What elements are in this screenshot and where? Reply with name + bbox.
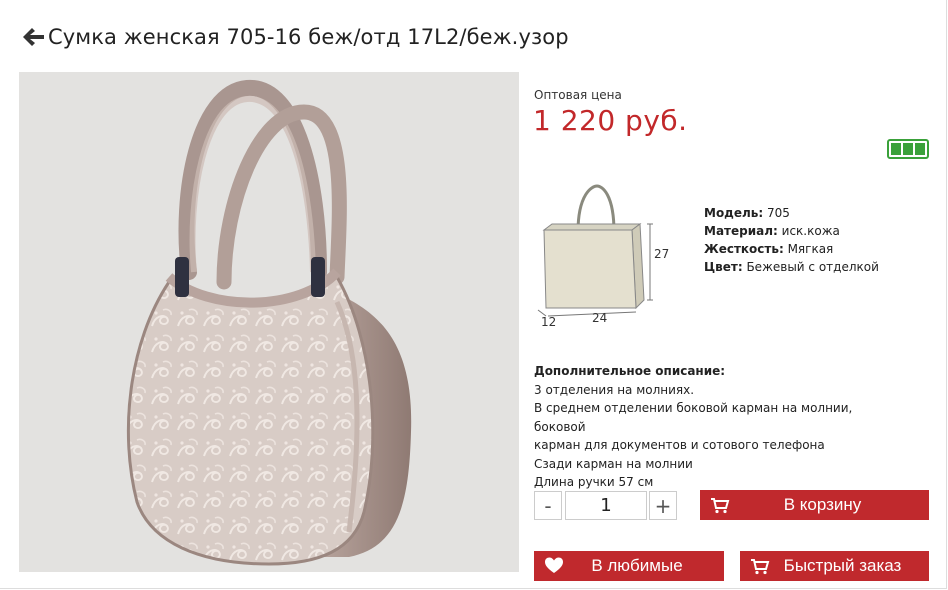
spec-label: Жесткость: — [704, 242, 784, 256]
spec-value: Мягкая — [787, 242, 834, 256]
spec-row: Модель: 705 — [704, 204, 879, 222]
add-to-favorites-label: В любимые — [591, 556, 683, 575]
dimension-width: 24 — [592, 311, 608, 325]
product-photo[interactable] — [19, 72, 519, 572]
spec-row: Материал: иск.кожа — [704, 222, 879, 240]
heart-icon — [545, 557, 563, 573]
handbag-image — [126, 79, 412, 566]
price-label: Оптовая цена — [534, 88, 622, 102]
cart-icon — [751, 559, 770, 575]
cart-icon — [711, 498, 730, 514]
stock-bar — [903, 143, 913, 155]
quick-order-button[interactable]: Быстрый заказ — [740, 551, 929, 581]
dimension-depth: 12 — [541, 315, 557, 329]
stock-bar — [891, 143, 901, 155]
stock-level-indicator — [887, 139, 929, 159]
spec-label: Материал: — [704, 224, 778, 238]
add-to-favorites-button[interactable]: В любимые — [534, 551, 724, 581]
description-title: Дополнительное описание: — [534, 364, 726, 378]
spec-value: иск.кожа — [781, 224, 840, 238]
spec-value: Бежевый с отделкой — [746, 260, 879, 274]
page-title: Сумка женская 705-16 беж/отд 17L2/беж.уз… — [48, 25, 569, 49]
stock-bar — [915, 143, 925, 155]
description-line: карман для документов и сотового телефон… — [534, 438, 825, 452]
spec-label: Цвет: — [704, 260, 743, 274]
spec-list: Модель: 705 Материал: иск.кожа Жесткость… — [704, 204, 879, 276]
quantity-input[interactable] — [565, 491, 647, 520]
dimension-height: 27 — [654, 247, 670, 261]
spec-row: Цвет: Бежевый с отделкой — [704, 258, 879, 276]
spec-row: Жесткость: Мягкая — [704, 240, 879, 258]
add-to-cart-button[interactable]: В корзину — [700, 490, 929, 520]
add-to-cart-label: В корзину — [783, 495, 862, 514]
back-arrow-icon[interactable] — [20, 24, 46, 50]
quantity-increase-button[interactable]: + — [649, 491, 677, 520]
description-line: Сзади карман на молнии — [534, 456, 693, 471]
spec-value: 705 — [767, 206, 790, 220]
spec-label: Модель: — [704, 206, 764, 220]
title-row: Сумка женская 705-16 беж/отд 17L2/беж.уз… — [20, 24, 569, 50]
quantity-decrease-button[interactable]: - — [534, 491, 562, 520]
description-line: 3 отделения на молниях. — [534, 382, 695, 397]
description-line: Длина ручки 57 см — [534, 475, 654, 489]
price-value: 1 220 руб. — [533, 104, 688, 137]
quick-order-label: Быстрый заказ — [783, 556, 902, 575]
additional-description: Дополнительное описание: 3 отделения на … — [534, 362, 904, 492]
description-line: В среднем отделении боковой карман на мо… — [534, 401, 853, 434]
